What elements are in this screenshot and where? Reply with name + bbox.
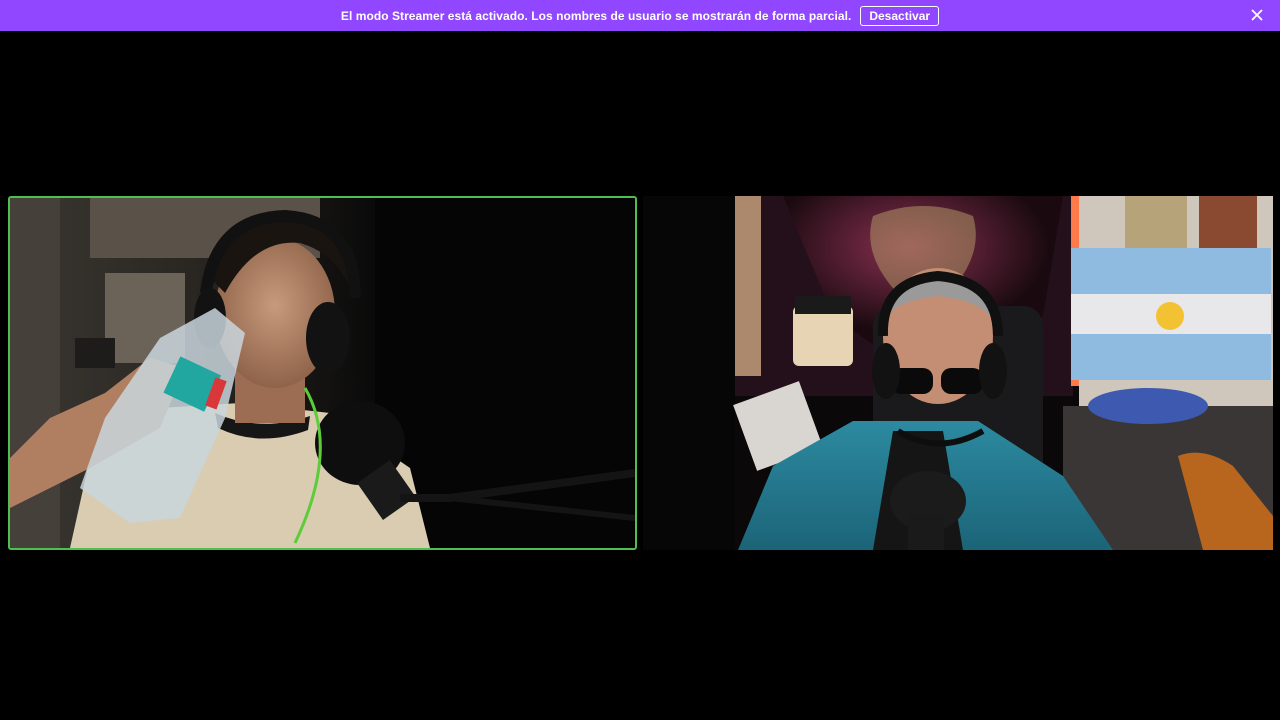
- streamer-mode-banner: El modo Streamer está activado. Los nomb…: [0, 0, 1280, 31]
- video-frame-left: [10, 198, 635, 548]
- video-frame-right: [643, 196, 1273, 550]
- close-icon[interactable]: [1250, 8, 1264, 22]
- deactivate-button[interactable]: Desactivar: [860, 5, 940, 26]
- video-feed-right[interactable]: [643, 196, 1273, 550]
- streamer-mode-message: El modo Streamer está activado. Los nomb…: [340, 8, 852, 23]
- video-feed-left[interactable]: [8, 196, 637, 550]
